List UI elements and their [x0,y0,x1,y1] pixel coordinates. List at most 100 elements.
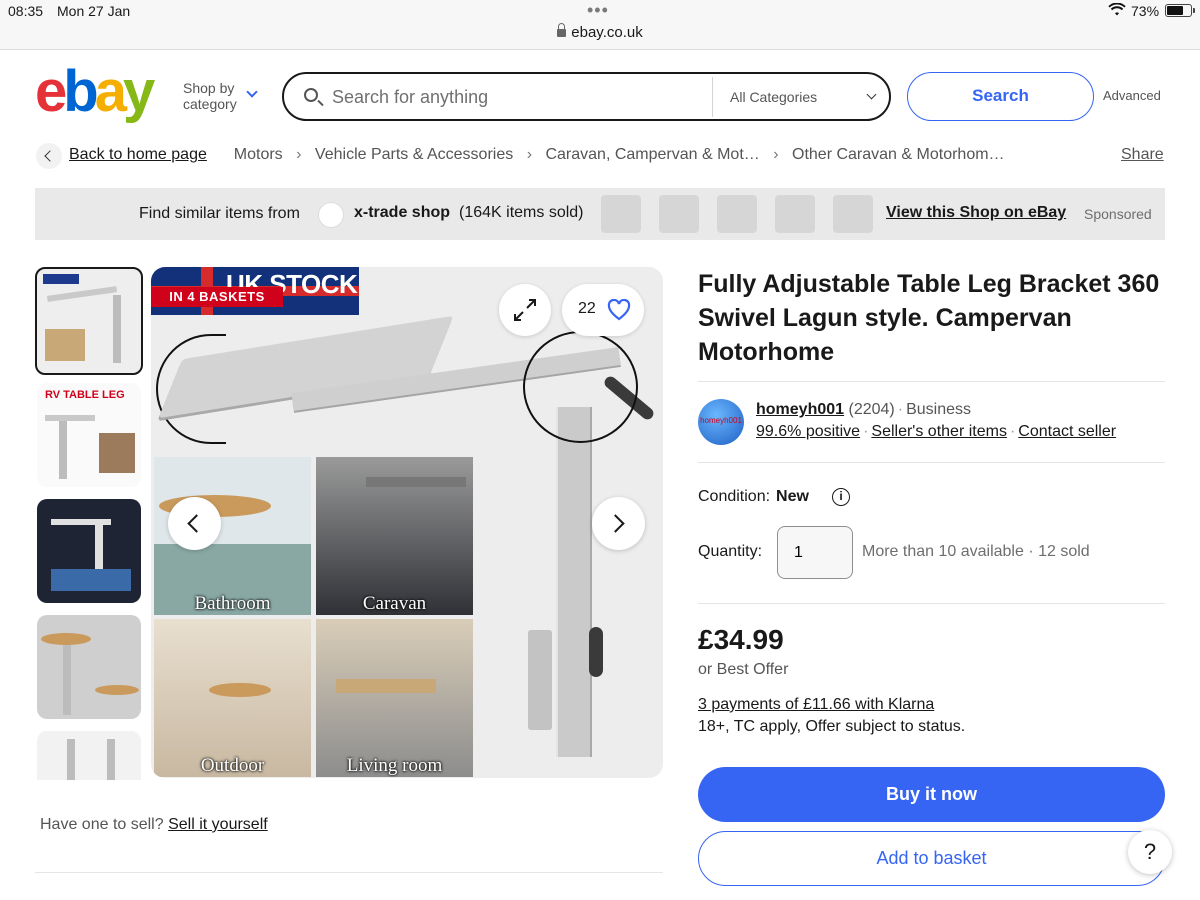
thumbnail-2[interactable]: RV TABLE LEG [37,383,141,487]
ios-status-bar: 08:35 Mon 27 Jan ••• ebay.co.uk 73% [0,0,1200,50]
info-icon[interactable]: i [832,488,850,506]
wall-mount [528,630,552,730]
shop-by-category[interactable]: Shop by category [183,80,237,112]
breadcrumb-home[interactable]: Back to home page [69,146,207,163]
watcher-count: 22 [578,300,596,317]
sell-prompt: Have one to sell? Sell it yourself [40,816,268,834]
availability-text: More than 10 available · 12 sold [862,543,1090,560]
chevron-down-icon[interactable] [866,89,877,100]
photo-living-room: Living room [316,619,473,777]
condition-row: Condition: New [698,488,809,506]
thumbnail-3[interactable] [37,499,141,603]
tab-dots-icon[interactable]: ••• [587,0,609,21]
search-button[interactable]: Search [907,72,1094,121]
breadcrumb-item[interactable]: Motors [234,146,283,163]
url-text: ebay.co.uk [571,24,643,41]
previous-image-button[interactable] [168,497,221,550]
quantity-label: Quantity: [698,543,763,560]
seller-feedback-count: (2204) [848,401,895,418]
caption-outdoor: Outdoor [200,755,265,776]
seller-avatar[interactable]: homeyh001 [698,399,744,445]
category-select[interactable]: All Categories [730,89,817,105]
caption-bathroom: Bathroom [194,593,271,614]
banner-shop-name[interactable]: x-trade shop [354,204,450,222]
chevron-down-icon[interactable] [246,86,258,98]
lock-icon [557,23,567,37]
klarna-note: 18+, TC apply, Offer subject to status. [698,718,966,735]
advanced-search-link[interactable]: Advanced [1103,88,1161,103]
address-bar[interactable]: ebay.co.uk [0,23,1200,41]
back-chevron-icon[interactable] [36,143,62,169]
ebay-logo[interactable]: ebay [35,62,155,122]
product-title: Fully Adjustable Table Leg Bracket 360 S… [698,270,1160,366]
expand-icon [514,299,536,321]
shop-by-line2: category [183,96,237,112]
chevron-right-icon: › [526,146,533,163]
status-time: 08:35 [8,3,44,19]
breadcrumb-item[interactable]: Vehicle Parts & Accessories [315,146,513,163]
buy-it-now-button[interactable]: Buy it now [698,767,1165,822]
photo-outdoor: Outdoor [154,619,311,777]
divider [698,381,1165,382]
rv-table-leg-label: RV TABLE LEG [45,389,125,401]
sell-it-yourself-link[interactable]: Sell it yourself [168,816,268,833]
other-items-link[interactable]: Seller's other items [871,423,1007,440]
condition-label: Condition: [698,488,771,505]
seller-type: Business [906,401,971,418]
lever-handle [589,627,603,677]
thumbnail-5[interactable] [37,731,141,780]
breadcrumb-item[interactable]: Other Caravan & Motorhom… [792,146,1005,163]
shop-by-line1: Shop by [183,80,235,96]
battery-icon [1165,4,1195,17]
breadcrumb: Back to home page Motors › Vehicle Parts… [69,146,1005,164]
condition-value: New [776,488,809,505]
table-leg-pole [556,407,592,757]
add-to-basket-button[interactable]: Add to basket [698,831,1165,886]
contact-seller-link[interactable]: Contact seller [1018,423,1116,440]
banner-item-thumb[interactable] [717,195,757,233]
watch-button[interactable]: 22 [562,284,644,336]
shop-avatar[interactable] [318,202,344,228]
status-date: Mon 27 Jan [57,3,131,19]
best-offer-text: or Best Offer [698,661,789,678]
search-icon [304,88,318,102]
breadcrumb-item[interactable]: Caravan, Campervan & Mot… [545,146,759,163]
view-shop-link[interactable]: View this Shop on eBay [886,204,1066,222]
caption-living-room: Living room [346,755,443,776]
next-image-button[interactable] [592,497,645,550]
divider [698,603,1165,604]
thumbnail-1[interactable] [35,267,143,375]
expand-image-button[interactable] [499,284,551,336]
help-button[interactable]: ? [1128,830,1172,874]
banner-find-text: Find similar items from [139,205,300,222]
seller-info: homeyh001 (2204) · Business [756,401,971,418]
divider [698,462,1165,463]
quantity-input[interactable] [777,526,853,579]
banner-item-thumb[interactable] [601,195,641,233]
photo-caravan: Caravan [316,457,473,615]
sell-question: Have one to sell? [40,816,164,833]
chevron-right-icon: › [296,146,302,163]
battery-percent: 73% [1131,3,1160,19]
uk-stock-flag [43,274,79,284]
image-thumbnails: RV TABLE LEG [35,267,143,780]
divider [35,872,663,873]
seller-name-link[interactable]: homeyh001 [756,401,844,418]
price: £34.99 [698,624,784,655]
search-bar: All Categories [282,72,891,121]
main-product-image[interactable]: UK STOCK IN 4 BASKETS Bathroom Caravan O… [151,267,663,778]
heart-icon [607,299,631,321]
banner-item-thumb[interactable] [659,195,699,233]
positive-feedback-link[interactable]: 99.6% positive [756,423,860,440]
sponsored-shop-banner: Find similar items from x-trade shop (16… [35,188,1165,240]
chevron-right-icon: › [773,146,779,163]
sponsored-label: Sponsored [1084,206,1152,222]
search-input[interactable] [332,84,702,110]
banner-item-thumb[interactable] [775,195,815,233]
banner-sold-count: (164K items sold) [459,204,584,221]
share-link[interactable]: Share [1121,146,1164,164]
banner-item-thumb[interactable] [833,195,873,233]
klarna-link[interactable]: 3 payments of £11.66 with Klarna [698,696,934,714]
seller-links: 99.6% positive · Seller's other items · Cont… [756,423,1117,440]
thumbnail-4[interactable] [37,615,141,719]
